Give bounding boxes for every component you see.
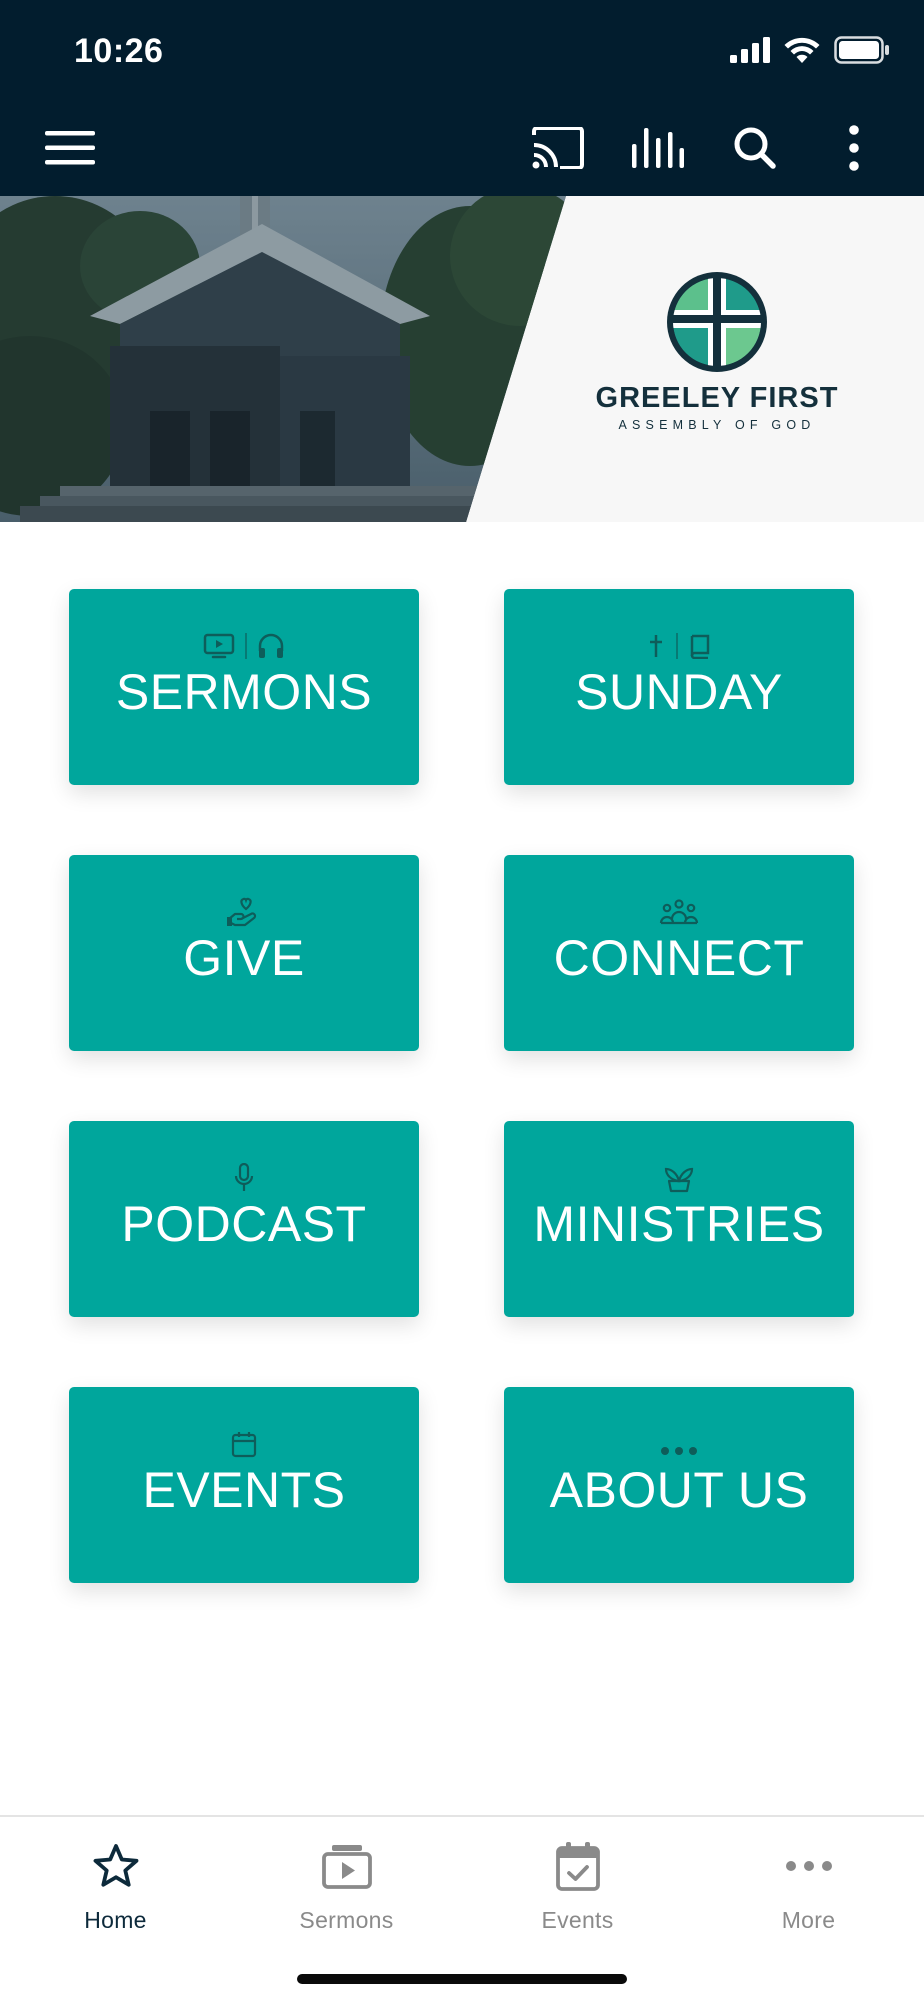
cast-button[interactable] bbox=[528, 120, 588, 176]
nav-label-home: Home bbox=[84, 1907, 147, 1933]
tile-icons bbox=[504, 631, 854, 661]
menu-button[interactable] bbox=[40, 120, 100, 176]
church-logo-emblem bbox=[667, 272, 767, 372]
ministries-tile-label: MINISTRIES bbox=[533, 1196, 825, 1252]
tile-icons bbox=[504, 1163, 854, 1193]
logo-subtitle: ASSEMBLY OF GOD bbox=[618, 418, 816, 432]
tile-icon-divider bbox=[676, 633, 678, 659]
logo-title: GREELEY FIRST bbox=[595, 382, 839, 414]
more-vertical-icon bbox=[849, 125, 859, 171]
ministries-tile[interactable]: MINISTRIES bbox=[504, 1121, 854, 1317]
bible-icon bbox=[690, 634, 710, 659]
events-tile-label: EVENTS bbox=[142, 1462, 346, 1518]
events-tile[interactable]: EVENTS bbox=[69, 1387, 419, 1583]
app-header: 10:26 bbox=[0, 0, 924, 196]
nav-item-more[interactable]: More bbox=[693, 1837, 924, 1947]
search-icon bbox=[734, 127, 776, 169]
audio-button[interactable] bbox=[628, 120, 688, 176]
wifi-icon bbox=[784, 37, 820, 63]
cellular-signal-icon bbox=[730, 37, 770, 63]
battery-icon bbox=[834, 36, 889, 64]
video-library-icon bbox=[321, 1845, 372, 1889]
audio-bars-icon bbox=[632, 128, 684, 168]
status-time: 10:26 bbox=[74, 32, 164, 70]
heart-hand-icon bbox=[227, 897, 257, 927]
sermons-tile-label: SERMONS bbox=[115, 664, 373, 720]
podcast-tile[interactable]: PODCAST bbox=[69, 1121, 419, 1317]
dots-icon bbox=[661, 1447, 697, 1455]
status-icons bbox=[730, 36, 890, 64]
nav-label-events: Events bbox=[541, 1907, 614, 1933]
tile-icons bbox=[69, 897, 419, 927]
church-building-illustration bbox=[0, 196, 566, 522]
podcast-tile-label: PODCAST bbox=[121, 1196, 367, 1252]
calendar-check-icon bbox=[555, 1842, 600, 1891]
cast-icon bbox=[532, 127, 584, 169]
headphones-icon bbox=[258, 633, 284, 658]
tile-icons bbox=[504, 1429, 854, 1459]
nav-item-sermons[interactable]: Sermons bbox=[231, 1837, 462, 1947]
sunday-tile-label: SUNDAY bbox=[575, 664, 783, 720]
about-us-tile[interactable]: ABOUT US bbox=[504, 1387, 854, 1583]
hero-banner: GREELEY FIRST ASSEMBLY OF GOD bbox=[0, 196, 924, 522]
give-tile-label: GIVE bbox=[183, 930, 305, 986]
home-indicator bbox=[297, 1974, 627, 1984]
group-icon bbox=[659, 899, 699, 925]
sermons-tile[interactable]: SERMONS bbox=[69, 589, 419, 785]
tv-icon bbox=[203, 633, 235, 659]
sprout-icon bbox=[664, 1167, 694, 1193]
connect-tile[interactable]: CONNECT bbox=[504, 855, 854, 1051]
tile-icon-divider bbox=[245, 633, 247, 659]
search-button[interactable] bbox=[725, 120, 785, 176]
cross-icon bbox=[650, 635, 662, 657]
tile-icons bbox=[504, 897, 854, 927]
tile-icons bbox=[69, 631, 419, 661]
app-screen: 10:26 GREELEY FIRST ASSEMBLY OF GOD SERM… bbox=[0, 0, 924, 2000]
nav-item-home[interactable]: Home bbox=[0, 1837, 231, 1947]
more-options-button[interactable] bbox=[824, 120, 884, 176]
tile-icons bbox=[69, 1163, 419, 1193]
church-building-photo bbox=[0, 196, 566, 522]
nav-label-more: More bbox=[781, 1907, 836, 1933]
nav-label-sermons: Sermons bbox=[299, 1907, 394, 1933]
connect-tile-label: CONNECT bbox=[553, 930, 805, 986]
sunday-tile[interactable]: SUNDAY bbox=[504, 589, 854, 785]
star-icon bbox=[93, 1844, 138, 1887]
calendar-icon bbox=[231, 1432, 257, 1458]
microphone-icon bbox=[234, 1163, 254, 1191]
give-tile[interactable]: GIVE bbox=[69, 855, 419, 1051]
menu-icon bbox=[45, 131, 95, 165]
church-logo: GREELEY FIRST ASSEMBLY OF GOD bbox=[560, 196, 924, 522]
bottom-navigation: Home Sermons Events More bbox=[0, 1815, 924, 2000]
more-horizontal-icon bbox=[785, 1861, 832, 1871]
nav-item-events[interactable]: Events bbox=[462, 1837, 693, 1947]
about-us-tile-label: ABOUT US bbox=[549, 1462, 809, 1518]
tile-icons bbox=[69, 1429, 419, 1459]
